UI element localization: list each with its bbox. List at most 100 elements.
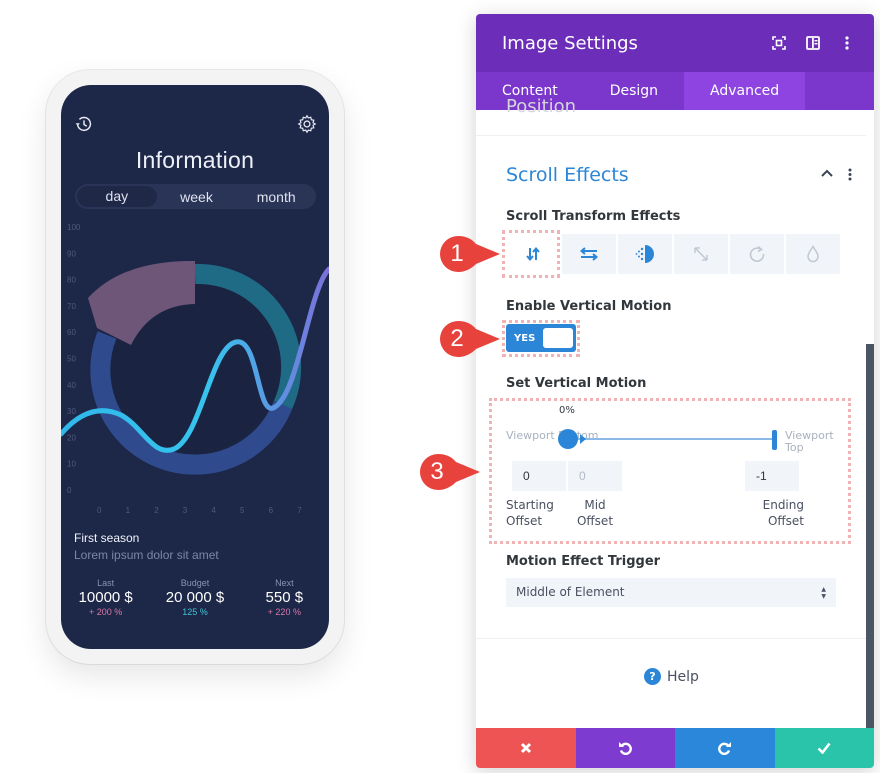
motion-percent-label: 0% [559,405,575,416]
enable-vertical-motion-label: Enable Vertical Motion [506,299,672,314]
expand-icon[interactable] [766,30,792,56]
y-tick-label: 90 [67,249,76,258]
y-tick-label: 0 [67,486,72,495]
section-more-icon[interactable] [848,168,852,185]
set-vertical-motion-label: Set Vertical Motion [506,376,647,391]
stat-value: 550 $ [265,589,304,606]
drop-icon [807,245,819,263]
motion-trigger-select[interactable]: Middle of Element ▲ ▼ [506,578,836,607]
help-link[interactable]: ? Help [644,668,699,685]
tab-advanced[interactable]: Advanced [684,72,806,110]
position-section-ghost: Position [506,96,577,117]
y-tick-label: 80 [67,276,76,285]
phone-chart: 1009080706050403020100 01234567 [61,223,329,515]
horizontal-arrows-icon [579,247,599,261]
viewport-top-caption: Viewport Top [785,429,834,454]
ending-offset-label: Ending Offset [762,498,804,528]
segment-day[interactable]: day [77,186,157,207]
segment-month[interactable]: month [236,189,316,205]
blur-button[interactable] [786,234,840,274]
mid-offset-label: Mid Offset [576,498,614,528]
x-tick-label: 0 [97,506,102,515]
starting-offset-input[interactable] [512,461,566,491]
stat-next: Next 550 $ + 220 % [240,578,329,617]
stat-value: 10000 $ [78,589,133,606]
scaling-button[interactable] [674,234,728,274]
undo-icon [619,742,633,755]
divider [476,135,866,136]
more-vertical-icon[interactable] [834,30,860,56]
x-tick-label: 7 [297,506,302,515]
stat-budget: Budget 20 000 $ 125 % [150,578,239,617]
close-icon [520,742,531,754]
horizontal-motion-button[interactable] [562,234,616,274]
highlight-box-1 [502,230,560,278]
fade-icon [635,245,654,263]
starting-offset-label: Starting Offset [506,498,554,528]
mid-offset-input[interactable] [568,461,622,491]
rotating-button[interactable] [730,234,784,274]
stat-change: + 220 % [267,607,301,617]
season-subtitle: Lorem ipsum dolor sit amet [74,548,219,562]
motion-effect-trigger-label: Motion Effect Trigger [506,554,661,569]
help-label: Help [667,668,699,685]
save-button[interactable] [774,728,874,768]
callout-badge-3: 3 [418,452,480,492]
check-icon [817,742,831,754]
fading-button[interactable] [618,234,672,274]
x-tick-label: 5 [240,506,245,515]
phone-title: Information [135,147,255,173]
chevron-up-icon[interactable] [821,166,833,182]
x-tick-label: 4 [211,506,216,515]
panel-footer [476,728,874,768]
callout-badge-1: 1 [438,234,500,274]
x-axis-ticks: 0 1 2 3 4 5 6 7 [97,506,302,515]
x-tick-label: 2 [154,506,159,515]
period-segmented-control: day week month [75,184,316,209]
segment-week[interactable]: week [157,189,237,205]
stat-change: 125 % [182,607,208,617]
stat-value: 20 000 $ [165,589,225,606]
select-arrows-icon: ▲ ▼ [821,586,826,600]
select-value: Middle of Element [516,585,625,599]
y-tick-label: 30 [67,407,76,416]
resize-diagonal-icon [694,247,708,261]
callout-badge-2: 2 [438,319,500,359]
redo-icon [717,742,731,755]
x-tick-label: 3 [183,506,188,515]
rotate-icon [749,245,765,262]
image-settings-panel: Image Settings Content Design Advanced P… [476,14,874,768]
redo-button[interactable] [675,728,775,768]
undo-button[interactable] [575,728,675,768]
highlight-box-2 [502,320,580,357]
stat-label: Last [97,578,115,588]
x-tick-label: 1 [126,506,131,515]
divider [476,638,866,639]
stat-label: Next [275,578,294,588]
gear-icon[interactable] [296,113,318,135]
phone-screen: Information day week month 100 90 80 70 60 50… [61,85,329,649]
x-tick-label: 6 [269,506,274,515]
ending-offset-input[interactable] [745,461,799,491]
scroll-effects-title[interactable]: Scroll Effects [506,164,629,186]
scroll-transform-label: Scroll Transform Effects [506,209,681,224]
y-tick-label: 70 [67,302,76,311]
season-title: First season [74,531,140,545]
motion-slider-track[interactable] [571,438,775,440]
motion-slider-end-handle[interactable] [772,430,777,450]
sidebar-layout-icon[interactable] [800,30,826,56]
y-tick-label: 10 [67,460,76,469]
stat-last: Last 10000 $ + 200 % [61,578,150,617]
history-icon[interactable] [73,113,95,135]
motion-slider-start-handle[interactable] [558,429,578,449]
tab-design[interactable]: Design [584,72,684,110]
stats-row: Last 10000 $ + 200 % Budget 20 000 $ 125… [61,578,329,617]
y-tick-label: 60 [67,328,76,337]
cancel-button[interactable] [476,728,576,768]
help-icon: ? [644,668,661,685]
y-tick-label: 50 [67,355,76,364]
panel-scrollbar[interactable] [866,344,874,728]
y-tick-label: 100 [67,223,81,232]
y-tick-label: 40 [67,381,76,390]
motion-slider-mid-handle[interactable] [580,434,586,444]
